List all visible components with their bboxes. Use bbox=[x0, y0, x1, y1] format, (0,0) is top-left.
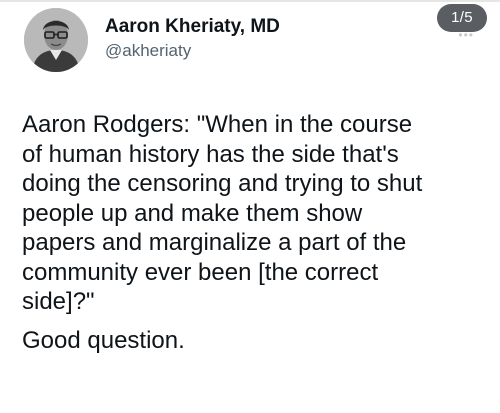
top-divider bbox=[0, 0, 500, 2]
tweet-paragraph: Aaron Rodgers: "When in the course of hu… bbox=[22, 111, 423, 315]
profile-photo-icon bbox=[24, 8, 88, 72]
tweet-text: Aaron Rodgers: "When in the course of hu… bbox=[22, 110, 492, 355]
author-name[interactable]: Aaron Kheriaty, MD bbox=[105, 16, 280, 38]
author-handle[interactable]: @akheriaty bbox=[105, 41, 191, 61]
avatar[interactable] bbox=[24, 8, 88, 72]
tweet-card: Aaron Kheriaty, MD @akheriaty 1/5 ••• Aa… bbox=[0, 0, 500, 413]
more-dots-icon[interactable]: ••• bbox=[458, 29, 474, 41]
tweet-paragraph: Good question. bbox=[22, 326, 185, 354]
